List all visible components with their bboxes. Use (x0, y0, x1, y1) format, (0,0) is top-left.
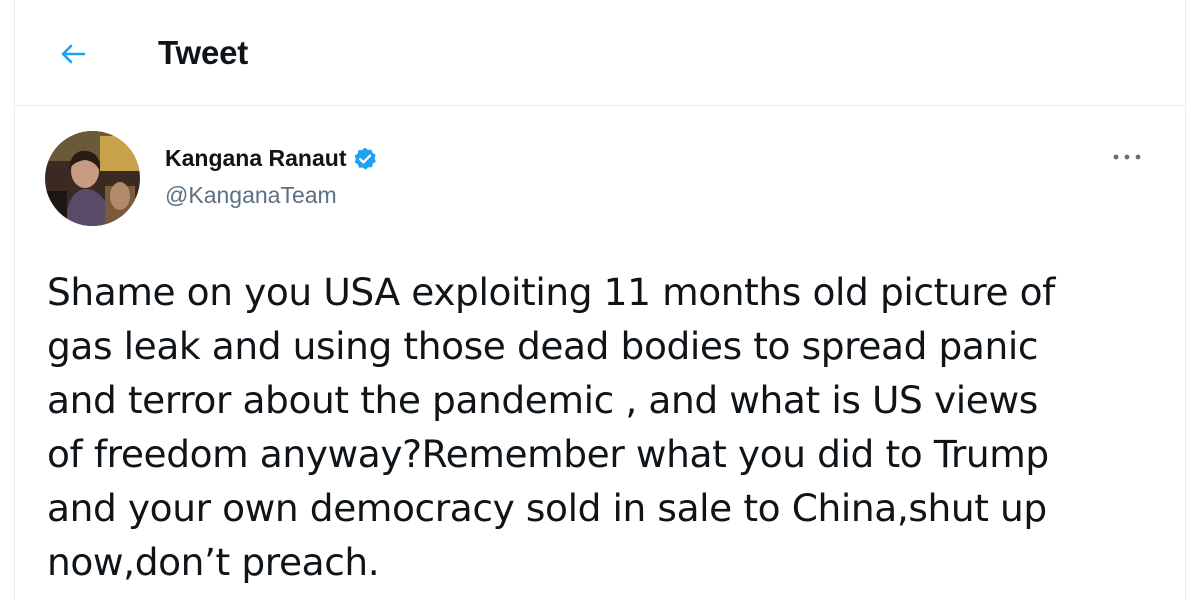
more-button[interactable] (1107, 145, 1147, 169)
page-title: Tweet (158, 34, 249, 71)
back-button[interactable] (55, 36, 91, 72)
avatar-image (45, 131, 140, 226)
author-handle[interactable]: @KanganaTeam (165, 182, 378, 209)
avatar[interactable] (45, 131, 140, 226)
tweet-page: Tweet Kangana Ranaut @KanganaTeam Shame … (14, 0, 1186, 600)
author-info: Kangana Ranaut @KanganaTeam (165, 145, 378, 209)
author-display-name[interactable]: Kangana Ranaut (165, 145, 346, 172)
page-header: Tweet (15, 0, 1185, 106)
verified-badge-icon (355, 147, 377, 170)
author-name-row[interactable]: Kangana Ranaut (165, 145, 378, 172)
tweet-card: Kangana Ranaut @KanganaTeam Shame on you… (15, 107, 1185, 600)
more-horizontal-icon (1113, 154, 1141, 160)
arrow-left-icon (61, 44, 86, 64)
tweet-text: Shame on you USA exploiting 11 months ol… (47, 270, 1055, 584)
